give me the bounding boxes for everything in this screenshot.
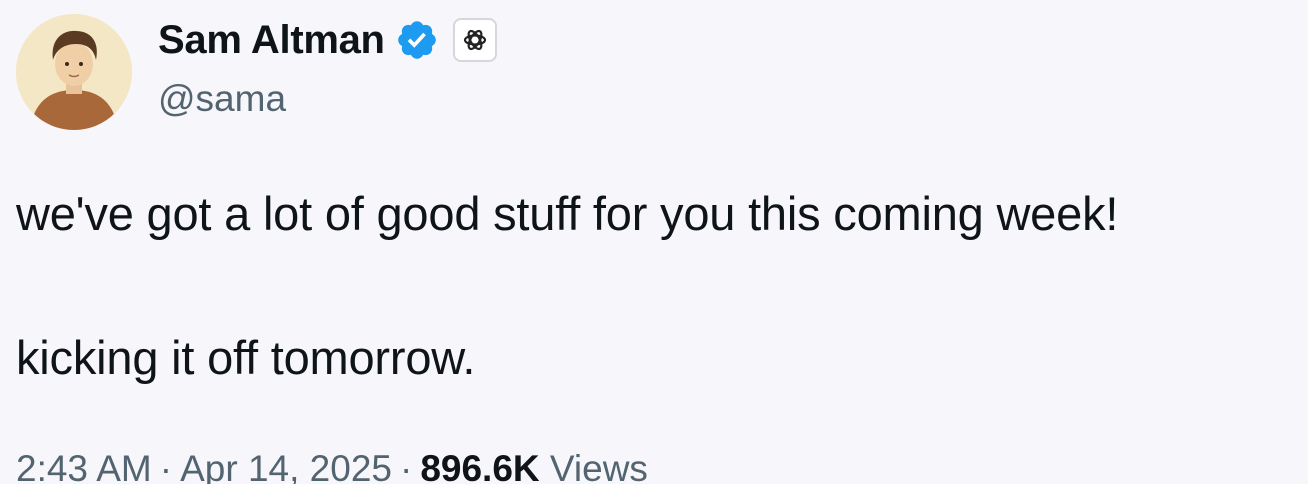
meta-separator: · — [159, 448, 173, 484]
tweet-metadata: 2:43 AM · Apr 14, 2025 · 896.6K Views — [16, 448, 648, 484]
avatar[interactable] — [16, 14, 132, 130]
views-label: Views — [549, 448, 648, 484]
views-count[interactable]: 896.6K — [420, 448, 539, 484]
author-name-row: Sam Altman — [158, 14, 497, 66]
tweet-text-line: we've got a lot of good stuff for you th… — [16, 187, 1119, 240]
tweet-time[interactable]: 2:43 AM — [16, 448, 152, 484]
meta-separator: · — [399, 448, 413, 484]
author-handle[interactable]: @sama — [158, 78, 286, 120]
avatar-illustration — [16, 14, 132, 130]
display-name[interactable]: Sam Altman — [158, 18, 385, 63]
openai-logo-icon[interactable] — [452, 18, 497, 62]
tweet-text-line: kicking it off tomorrow. — [16, 331, 476, 384]
tweet-date[interactable]: Apr 14, 2025 — [180, 448, 392, 484]
verified-badge-icon[interactable] — [395, 18, 439, 62]
tweet-card: Sam Altman @sama we've got a lot of good… — [0, 0, 1308, 484]
